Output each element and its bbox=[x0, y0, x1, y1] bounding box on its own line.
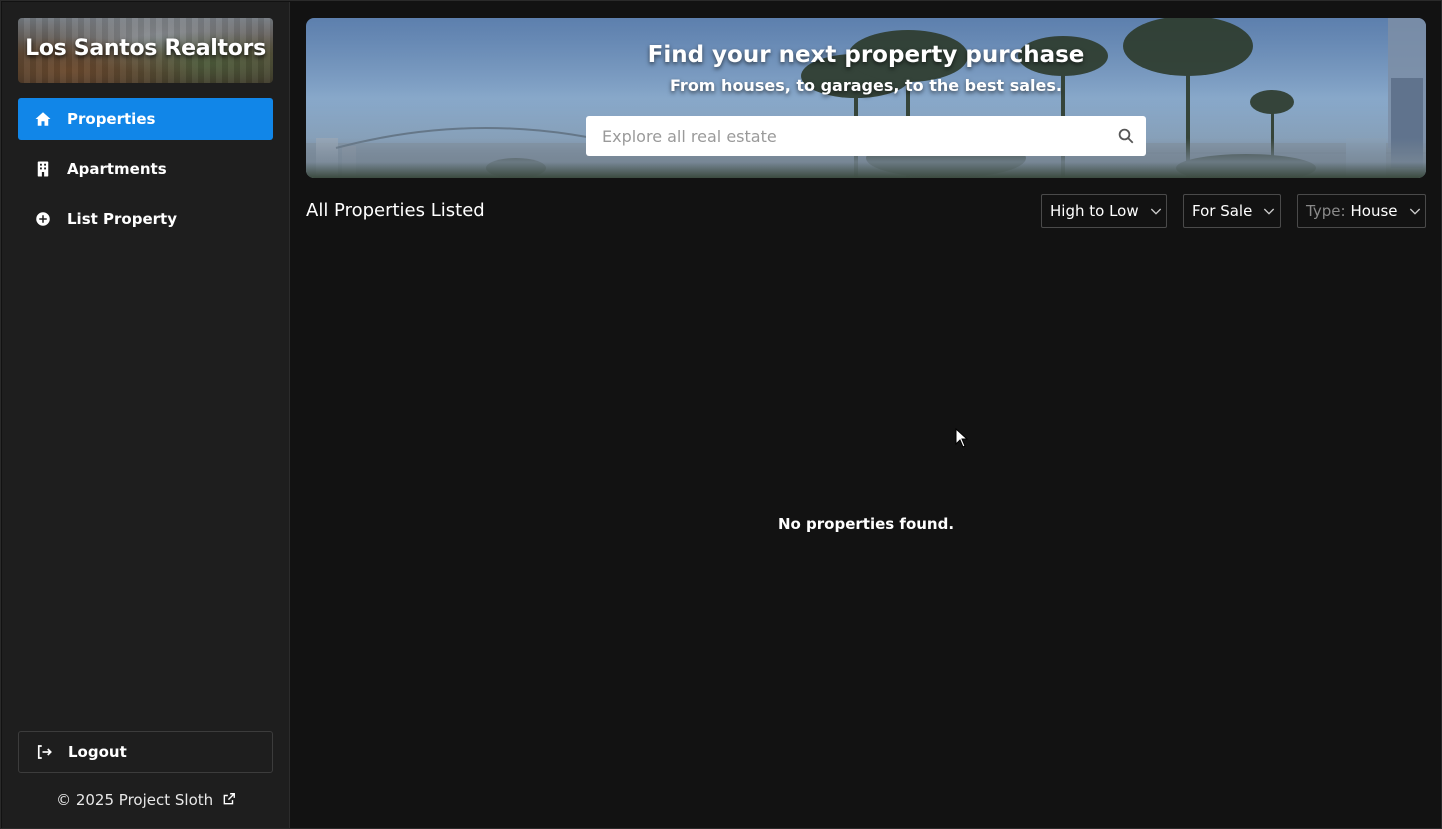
section-title: All Properties Listed bbox=[306, 200, 485, 221]
hero-subtitle: From houses, to garages, to the best sal… bbox=[670, 76, 1062, 95]
app-window: Los Santos Realtors Properties Apartment… bbox=[0, 0, 1442, 829]
chevron-down-icon bbox=[1148, 203, 1164, 219]
sidebar-item-label: Apartments bbox=[67, 160, 167, 178]
hero-title: Find your next property purchase bbox=[647, 42, 1085, 68]
sidebar-item-properties[interactable]: Properties bbox=[18, 98, 273, 140]
type-dropdown[interactable]: Type: House bbox=[1297, 194, 1426, 228]
status-dropdown-value: For Sale bbox=[1192, 202, 1253, 220]
sidebar: Los Santos Realtors Properties Apartment… bbox=[2, 2, 290, 828]
type-dropdown-prefix: Type: bbox=[1306, 202, 1346, 220]
footer: © 2025 Project Sloth bbox=[2, 791, 290, 810]
logout-label: Logout bbox=[68, 743, 127, 761]
sidebar-item-label: List Property bbox=[67, 210, 177, 228]
empty-state-message: No properties found. bbox=[777, 515, 955, 533]
hero-banner: Find your next property purchase From ho… bbox=[306, 18, 1426, 178]
status-dropdown[interactable]: For Sale bbox=[1183, 194, 1281, 228]
search-icon[interactable] bbox=[1106, 116, 1146, 156]
mouse-cursor-icon bbox=[955, 428, 969, 448]
plus-circle-icon bbox=[34, 210, 52, 228]
sidebar-item-list-property[interactable]: List Property bbox=[18, 198, 273, 240]
sort-dropdown-value: High to Low bbox=[1050, 202, 1139, 220]
sidebar-item-label: Properties bbox=[67, 110, 156, 128]
type-dropdown-value: House bbox=[1350, 202, 1398, 220]
logout-button[interactable]: Logout bbox=[18, 731, 273, 773]
sort-dropdown[interactable]: High to Low bbox=[1041, 194, 1167, 228]
chevron-down-icon bbox=[1407, 203, 1423, 219]
search-input[interactable] bbox=[586, 116, 1106, 156]
brand-banner: Los Santos Realtors bbox=[18, 18, 273, 83]
search-bar bbox=[586, 116, 1146, 156]
chevron-down-icon bbox=[1261, 203, 1277, 219]
brand-title: Los Santos Realtors bbox=[25, 36, 266, 61]
home-icon bbox=[34, 110, 52, 128]
footer-text[interactable]: © 2025 Project Sloth bbox=[56, 791, 213, 809]
building-icon bbox=[34, 160, 52, 178]
external-link-icon[interactable] bbox=[222, 792, 236, 810]
logout-icon bbox=[35, 743, 53, 761]
sidebar-item-apartments[interactable]: Apartments bbox=[18, 148, 273, 190]
